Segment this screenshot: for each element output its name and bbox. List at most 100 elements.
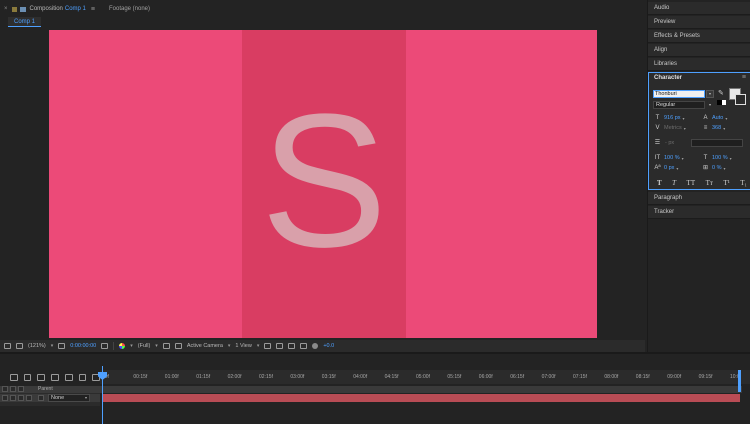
layer-audio-icon[interactable] [10, 395, 16, 401]
draft-3d-icon[interactable] [37, 373, 46, 381]
flowchart-icon[interactable] [300, 343, 308, 349]
layer-visibility-icon[interactable] [2, 395, 8, 401]
vertical-scale-value[interactable]: 100 % [664, 155, 680, 161]
tracking-value[interactable]: 368 [712, 125, 721, 131]
leading-control[interactable]: A Auto ▾ [701, 114, 727, 122]
parent-pickwhip-icon[interactable] [38, 395, 44, 401]
font-style-field[interactable]: Regular [653, 101, 705, 109]
tsume-value[interactable]: 0 % [712, 165, 721, 171]
tsume-control[interactable]: ⊞ 0 % ▾ [701, 164, 726, 172]
font-size-value[interactable]: 916 px [664, 115, 681, 121]
stroke-type-dropdown[interactable] [691, 139, 743, 147]
close-icon[interactable]: × [4, 6, 8, 12]
composition-tab[interactable]: × Composition Comp 1 ≡ [0, 3, 109, 15]
transparency-grid-icon[interactable] [174, 343, 182, 349]
small-caps-button[interactable]: Tт [706, 179, 713, 187]
timecode-display[interactable]: 0:00:00:00 [70, 343, 96, 349]
comp-mini-flowchart-icon[interactable] [23, 373, 32, 381]
stroke-width-value[interactable]: - px [665, 140, 685, 147]
vertical-scale-chevron-down-icon[interactable]: ▾ [682, 156, 684, 161]
comp-viewer-tab[interactable]: Comp 1 [8, 17, 42, 27]
kerning-chevron-down-icon[interactable]: ▾ [684, 126, 686, 131]
font-size-control[interactable]: T 916 px ▾ [653, 114, 685, 122]
video-switch-icon[interactable] [2, 386, 8, 392]
motion-blur-icon[interactable] [78, 373, 87, 381]
panel-effects-presets[interactable]: Effects & Presets [648, 30, 750, 43]
eyedropper-icon[interactable]: ✎ [718, 90, 726, 98]
layer-lock-icon[interactable] [26, 395, 32, 401]
panel-paragraph[interactable]: Paragraph [648, 192, 750, 205]
font-family-chevron-down-icon[interactable]: ▾ [706, 90, 714, 98]
white-swatch[interactable] [721, 100, 726, 105]
shy-layers-icon[interactable] [51, 373, 59, 381]
faux-bold-button[interactable]: T [657, 179, 662, 187]
center-shape-layer[interactable]: S [242, 30, 406, 338]
channel-chevron-down-icon[interactable]: ▾ [130, 343, 133, 349]
zoom-chevron-down-icon[interactable]: ▾ [51, 343, 54, 349]
monitor-icon[interactable] [16, 343, 23, 349]
panel-tracker[interactable]: Tracker [648, 206, 750, 219]
camera-snapshot-icon[interactable] [101, 343, 109, 349]
baseline-shift-control[interactable]: Aª 0 px ▾ [653, 164, 678, 172]
horizontal-scale-chevron-down-icon[interactable]: ▾ [730, 156, 732, 161]
horizontal-scale-control[interactable]: T 100 % ▾ [701, 154, 732, 162]
camera-chevron-down-icon[interactable]: ▾ [228, 343, 231, 349]
tsume-chevron-down-icon[interactable]: ▾ [723, 166, 725, 171]
panel-libraries[interactable]: Libraries [648, 58, 750, 71]
show-channel-icon[interactable] [119, 343, 126, 349]
layer-duration-bar[interactable] [102, 394, 740, 402]
subscript-button[interactable]: T₁ [740, 179, 747, 187]
font-size-chevron-down-icon[interactable]: ▾ [683, 116, 685, 121]
font-style-chevron-down-icon[interactable]: ▾ [706, 101, 714, 109]
vertical-scale-control[interactable]: IT 100 % ▾ [653, 154, 684, 162]
always-preview-icon[interactable] [4, 343, 11, 349]
layer-solo-icon[interactable] [18, 395, 24, 401]
resolution-chevron-down-icon[interactable]: ▾ [155, 343, 158, 349]
zoom-dropdown[interactable]: (121%) [28, 343, 46, 349]
time-ruler[interactable]: 00f00:15f01:00f01:15f02:00f02:15f03:00f0… [100, 370, 750, 384]
composition-viewport[interactable]: S [0, 27, 645, 340]
font-family-field[interactable]: Thonburi [653, 90, 705, 98]
layer-row[interactable]: None ▾ [0, 394, 100, 402]
search-icon[interactable] [10, 373, 18, 381]
solo-switch-icon[interactable] [18, 386, 24, 392]
frame-blending-icon[interactable] [64, 373, 73, 381]
3d-renderer-icon[interactable] [276, 343, 284, 349]
leading-value[interactable]: Auto [712, 115, 723, 121]
tracking-control[interactable]: ≡ 368 ▾ [701, 124, 725, 132]
character-menu-icon[interactable]: ≡ [742, 74, 746, 81]
composition-canvas[interactable]: S [49, 30, 597, 338]
text-layer-letter[interactable]: S [242, 30, 406, 338]
horizontal-scale-value[interactable]: 100 % [712, 155, 728, 161]
all-caps-button[interactable]: TT [687, 179, 696, 187]
stroke-width-control[interactable]: ☰ [653, 139, 662, 147]
panel-audio[interactable]: Audio [648, 2, 750, 15]
exposure-value[interactable]: +0.0 [323, 343, 334, 349]
timeline-link-icon[interactable] [288, 343, 296, 349]
audio-switch-icon[interactable] [10, 386, 16, 392]
region-of-interest-icon[interactable] [58, 343, 66, 349]
tracking-chevron-down-icon[interactable]: ▾ [723, 126, 725, 131]
kerning-control[interactable]: V Metrics ▾ [653, 124, 686, 132]
fast-previews-icon[interactable] [162, 343, 170, 349]
footage-tab[interactable]: Footage (none) [109, 6, 150, 12]
view-layout-chevron-down-icon[interactable]: ▾ [257, 343, 260, 349]
baseline-shift-value[interactable]: 0 px [664, 165, 674, 171]
parent-dropdown[interactable]: None ▾ [48, 394, 90, 402]
panel-preview[interactable]: Preview [648, 16, 750, 29]
panel-align[interactable]: Align [648, 44, 750, 57]
lock-icon[interactable] [11, 6, 17, 12]
work-area-bar[interactable] [100, 386, 742, 393]
faux-italic-button[interactable]: T [672, 179, 676, 187]
reset-exposure-icon[interactable] [312, 343, 319, 349]
composition-name[interactable]: Comp 1 [65, 6, 86, 12]
baseline-shift-chevron-down-icon[interactable]: ▾ [676, 166, 678, 171]
work-area-end-marker[interactable] [738, 370, 741, 392]
resolution-dropdown[interactable]: (Full) [138, 343, 151, 349]
camera-dropdown[interactable]: Active Camera [187, 343, 223, 349]
character-panel-title[interactable]: Character [654, 75, 682, 81]
view-layout-dropdown[interactable]: 1 View [235, 343, 251, 349]
kerning-value[interactable]: Metrics [664, 125, 682, 131]
superscript-button[interactable]: T¹ [723, 179, 729, 187]
stroke-color-swatch[interactable] [735, 94, 746, 105]
